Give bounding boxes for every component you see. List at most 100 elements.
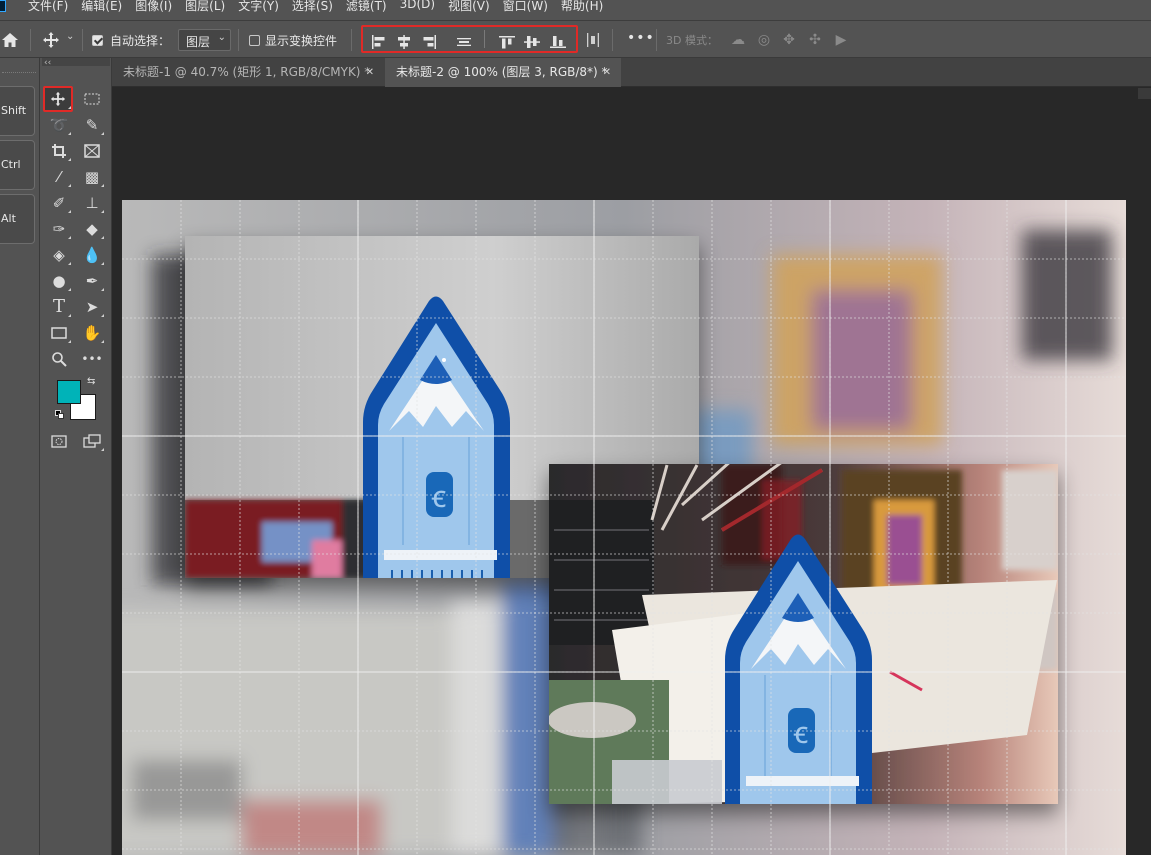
menu-file[interactable]: 文件(F)	[28, 0, 68, 14]
auto-select-label: 自动选择：	[110, 34, 171, 48]
rectangle-icon	[51, 327, 67, 339]
more-options-icon[interactable]: •••	[627, 30, 655, 46]
menu-type[interactable]: 文字(Y)	[238, 0, 279, 14]
quick-mask-icon	[51, 435, 67, 448]
collapse-panel-icon[interactable]: ‹‹	[44, 58, 51, 68]
menu-select[interactable]: 选择(S)	[292, 0, 333, 14]
drag-3d-icon[interactable]: ✥	[781, 32, 797, 48]
frame-icon	[84, 144, 100, 158]
screen-mode-button[interactable]	[80, 430, 104, 452]
distribute-horizontal-icon[interactable]	[456, 35, 472, 49]
options-bar: ⌄ 自动选择： 图层 ⌄ 显示变换控件 ••• 3D 模式： ☁ ◎ ✥ ✣ ▶	[0, 20, 1151, 58]
svg-text:ꞓ: ꞓ	[432, 480, 446, 515]
eraser-icon: ◆	[86, 220, 98, 238]
ctrl-key-button[interactable]: Ctrl	[0, 140, 35, 190]
hand-tool[interactable]: ✋	[80, 322, 104, 344]
history-brush-tool[interactable]: ✑	[47, 218, 71, 240]
default-colors-icon[interactable]	[55, 410, 65, 420]
align-right-edges-icon[interactable]	[421, 35, 437, 49]
close-icon[interactable]: ✕	[366, 58, 374, 87]
brush-tool[interactable]: ✐	[47, 192, 71, 214]
rectangular-marquee-tool[interactable]	[80, 88, 104, 110]
lasso-icon: ➰	[49, 116, 69, 134]
eraser-tool[interactable]: ◆	[80, 218, 104, 240]
document-tab-1-title: 未标题-1 @ 40.7% (矩形 1, RGB/8/CMYK) *	[123, 65, 371, 79]
align-top-edges-icon[interactable]	[499, 35, 515, 49]
menu-edit[interactable]: 编辑(E)	[81, 0, 122, 14]
quick-selection-tool[interactable]: ✎	[80, 114, 104, 136]
menu-layer[interactable]: 图层(L)	[185, 0, 225, 14]
move-icon	[50, 91, 66, 107]
ps-logo-icon	[0, 0, 6, 12]
edit-toolbar-button[interactable]: •••	[80, 348, 104, 370]
menu-window[interactable]: 窗口(W)	[503, 0, 548, 14]
brush-icon: ✐	[52, 194, 66, 212]
path-selection-tool[interactable]: ➤	[80, 296, 104, 318]
move-tool-button[interactable]	[43, 86, 73, 112]
foreground-color-swatch[interactable]	[57, 380, 81, 404]
menu-bar: 文件(F) 编辑(E) 图像(I) 图层(L) 文字(Y) 选择(S) 滤镜(T…	[0, 0, 1151, 20]
show-transform-checkbox[interactable]	[249, 35, 260, 46]
modifier-keys-panel: Shift Ctrl Alt	[0, 58, 40, 855]
orbit-3d-icon[interactable]: ☁	[730, 32, 746, 48]
quick-mask-button[interactable]	[47, 430, 71, 452]
menu-help[interactable]: 帮助(H)	[561, 0, 603, 14]
svg-text:ꞓ: ꞓ	[794, 716, 808, 751]
quick-selection-icon: ✎	[85, 116, 99, 134]
document-canvas[interactable]: ꞓ ꞓ	[122, 200, 1126, 855]
dodge-tool[interactable]: ●	[47, 270, 71, 292]
align-left-edges-icon[interactable]	[371, 35, 387, 49]
scrollbar-corner	[1138, 88, 1151, 99]
slide-3d-icon[interactable]: ✣	[807, 32, 823, 48]
type-tool[interactable]: T	[47, 296, 71, 318]
pen-tool[interactable]: ✒	[80, 270, 104, 292]
menu-filter[interactable]: 滤镜(T)	[346, 0, 387, 14]
marquee-icon	[84, 93, 100, 105]
clone-stamp-tool[interactable]: ⊥	[80, 192, 104, 214]
healing-brush-tool[interactable]: ▩	[80, 166, 104, 188]
align-bottom-edges-icon[interactable]	[550, 35, 566, 49]
eyedropper-tool[interactable]: ⁄	[47, 166, 71, 188]
paint-bucket-icon: ◈	[53, 246, 65, 264]
document-tab-bar: 未标题-1 @ 40.7% (矩形 1, RGB/8/CMYK) * ✕ 未标题…	[112, 58, 1151, 87]
zoom-tool[interactable]	[47, 348, 71, 370]
layer-group-select-value: 图层	[186, 35, 211, 49]
shift-key-button[interactable]: Shift	[0, 86, 35, 136]
rectangle-tool[interactable]	[47, 322, 71, 344]
alt-key-label: Alt	[1, 212, 16, 225]
droplet-icon: 💧	[82, 246, 102, 264]
alt-key-button[interactable]: Alt	[0, 194, 35, 244]
lasso-tool[interactable]: ➰	[47, 114, 71, 136]
align-buttons-group	[361, 25, 578, 53]
distribute-spacing-icon[interactable]	[586, 33, 600, 47]
ctrl-key-label: Ctrl	[1, 158, 21, 171]
scale-3d-camera-icon[interactable]: ▶	[833, 32, 849, 48]
document-tab-2[interactable]: 未标题-2 @ 100% (图层 3, RGB/8*) * ✕	[385, 58, 621, 87]
align-horizontal-centers-icon[interactable]	[396, 35, 412, 49]
swap-colors-icon[interactable]: ⇆	[87, 376, 95, 387]
frame-tool[interactable]	[80, 140, 104, 162]
arrow-pointer-icon: ➤	[85, 298, 99, 316]
zoom-icon	[52, 352, 67, 367]
shift-key-label: Shift	[1, 104, 27, 117]
menu-image[interactable]: 图像(I)	[135, 0, 172, 14]
menu-view[interactable]: 视图(V)	[448, 0, 490, 14]
menu-3d[interactable]: 3D(D)	[400, 0, 435, 14]
dodge-icon: ●	[52, 272, 66, 290]
blur-tool[interactable]: 💧	[80, 244, 104, 266]
menu-items: 文件(F) 编辑(E) 图像(I) 图层(L) 文字(Y) 选择(S) 滤镜(T…	[28, 0, 603, 14]
tool-preset-chevron-icon[interactable]: ⌄	[66, 31, 74, 42]
crop-tool[interactable]	[47, 140, 71, 162]
document-tab-1[interactable]: 未标题-1 @ 40.7% (矩形 1, RGB/8/CMYK) * ✕	[112, 58, 384, 87]
roll-3d-icon[interactable]: ◎	[756, 32, 772, 48]
align-vertical-centers-icon[interactable]	[524, 35, 540, 49]
paint-bucket-tool[interactable]: ◈	[47, 244, 71, 266]
home-icon[interactable]	[1, 31, 19, 49]
close-icon[interactable]: ✕	[603, 58, 611, 87]
hand-icon: ✋	[82, 324, 102, 342]
move-tool-icon[interactable]	[42, 31, 60, 49]
chevron-down-icon: ⌄	[217, 32, 226, 43]
canvas-artwork: ꞓ ꞓ	[122, 200, 1126, 855]
auto-select-checkbox[interactable]	[92, 35, 103, 46]
layer-group-select[interactable]: 图层 ⌄	[178, 29, 231, 51]
